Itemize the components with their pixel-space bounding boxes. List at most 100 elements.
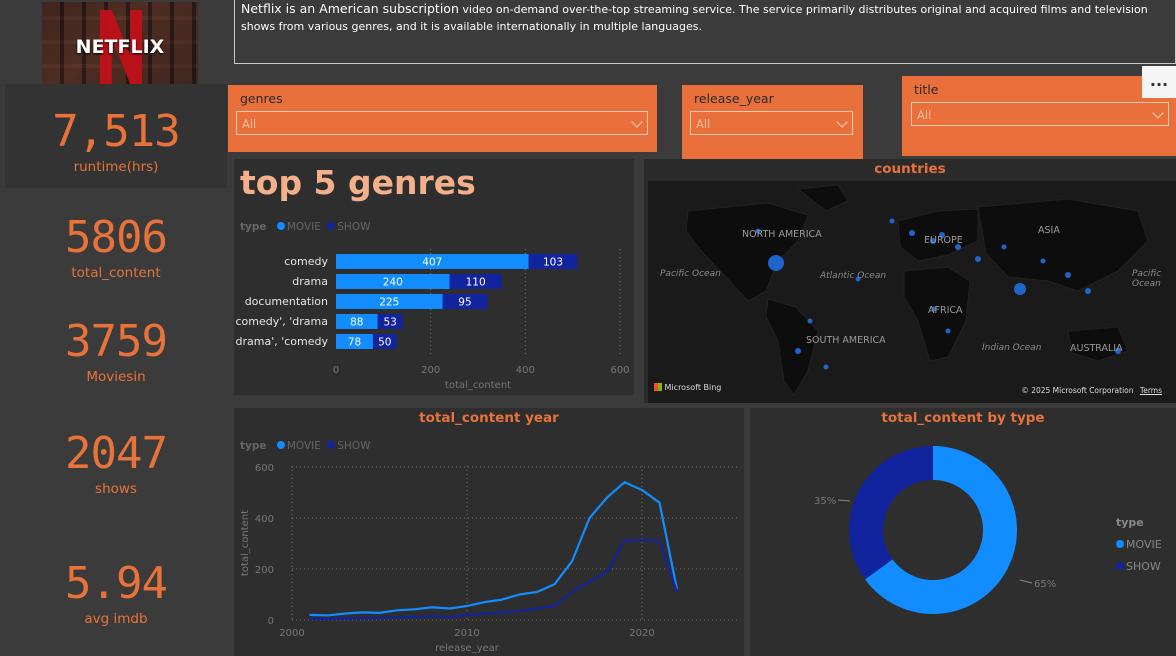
line-show (309, 538, 679, 621)
category-label: drama (292, 275, 328, 288)
kpi-value: 2047 (65, 428, 168, 479)
slicer-title: release_year (694, 91, 774, 106)
y-axis-label: total_content (240, 510, 251, 576)
data-label-movie: 407 (422, 257, 442, 269)
continent-label: EUROPE (924, 235, 963, 246)
genres-dropdown[interactable]: All (236, 111, 648, 135)
slicer-title: title All (902, 76, 1176, 156)
y-tick-label: 600 (255, 463, 274, 474)
legend-item-show[interactable]: SHOW (1126, 560, 1161, 573)
x-tick-label: 200 (421, 365, 440, 376)
category-label: drama', 'comedy (236, 335, 329, 348)
description-textbox: Netflix is an American subscription vide… (234, 0, 1176, 64)
countries-title: countries (874, 161, 946, 177)
kpi-value: 3759 (65, 316, 168, 367)
x-tick-label: 600 (610, 365, 629, 376)
year-line-chart: 0 200 400 600 2000 2010 2020 release_year total_… (240, 463, 739, 654)
continent-label: AFRICA (928, 305, 963, 316)
data-label-movie: 240 (383, 277, 403, 289)
continent-label: SOUTH AMERICA (806, 335, 886, 346)
slicer-genres: genres All (228, 85, 657, 152)
map[interactable]: NORTH AMERICA EUROPE ASIA AFRICA SOUTH A… (648, 181, 1176, 403)
world-map[interactable] (648, 181, 1176, 403)
y-tick-label: 0 (268, 616, 274, 627)
x-axis-label: total_content (445, 380, 511, 391)
country-bubble (795, 348, 801, 354)
dropdown-value: All (917, 108, 932, 122)
x-tick-label: 2010 (454, 628, 479, 639)
landmass (685, 202, 809, 302)
kpi-total-content: 5806 total_content (5, 212, 227, 282)
data-label-show: 53 (384, 317, 397, 329)
country-bubble (1065, 272, 1071, 278)
country-bubble (1014, 283, 1026, 295)
legend-title: type (1116, 516, 1144, 529)
more-options-button[interactable]: ... (1142, 66, 1176, 98)
data-label-movie: 88 (350, 317, 363, 329)
show-dot-icon (1116, 562, 1124, 570)
bing-text: Microsoft Bing (664, 383, 722, 392)
data-label-movie: 225 (379, 297, 399, 309)
data-label-show: 103 (543, 257, 563, 269)
donut-legend: type MOVIE SHOW (1116, 512, 1162, 578)
country-bubble (1040, 258, 1046, 264)
country-bubble (768, 255, 784, 271)
dropdown-value: All (242, 117, 257, 131)
x-tick-label: 400 (516, 365, 535, 376)
category-label: comedy', 'drama (236, 315, 329, 328)
x-tick-label: 0 (333, 365, 339, 376)
slice-label-show: 35% (814, 496, 836, 507)
kpi-value: 5806 (65, 212, 168, 263)
x-axis-label: release_year (435, 643, 500, 654)
line-movie (309, 481, 679, 617)
copyright-text: © 2025 Microsoft Corporation (1021, 386, 1134, 395)
slice-show (849, 446, 933, 580)
slice-label-movie: 65% (1034, 579, 1056, 590)
bing-brand: Microsoft Bing (654, 383, 721, 392)
ocean-label: Pacific Ocean (1132, 269, 1162, 289)
data-label-show: 50 (378, 337, 391, 349)
slicer-release-year: release_year All (682, 85, 863, 160)
countries-panel: countries NORTH AMERICA EUROPE ASIA AFRI… (644, 159, 1176, 403)
country-bubble (823, 364, 829, 370)
netflix-logo: NETFLIX (42, 2, 198, 88)
category-label: comedy (284, 255, 328, 268)
leader-line (837, 499, 851, 502)
dropdown-value: All (696, 117, 711, 131)
data-label-show: 95 (458, 297, 471, 309)
terms-link[interactable]: Terms (1140, 386, 1162, 395)
kpi-value: 7,513 (52, 106, 180, 157)
legend-item-movie[interactable]: MOVIE (1126, 538, 1162, 551)
kpi-label: shows (95, 481, 137, 497)
country-bubble (1085, 288, 1091, 294)
kpi-avg-imdb: 5.94 avg imdb (5, 558, 227, 628)
chevron-down-icon (1152, 107, 1164, 119)
slicer-title-label: title (914, 82, 939, 97)
title-dropdown[interactable]: All (911, 102, 1169, 126)
ocean-label: Pacific Ocean (660, 269, 721, 279)
landmass (796, 184, 849, 212)
map-copyright: © 2025 Microsoft Corporation Terms (1021, 386, 1162, 395)
y-tick-label: 200 (255, 565, 274, 576)
chevron-down-icon (631, 116, 643, 128)
logo-text: NETFLIX (75, 36, 165, 58)
top-genres-panel: top 5 genres type MOVIE SHOW 0 200 400 600 t… (234, 159, 634, 395)
microsoft-logo-icon (654, 383, 662, 391)
ocean-label: Indian Ocean (982, 343, 1042, 353)
top-genres-chart: 0 200 400 600 total_content comedy 407 103 drama… (236, 249, 630, 391)
donut-panel: total_content by type 65% 35% type MOVIE … (750, 408, 1176, 656)
kpi-runtime: 7,513 runtime(hrs) (5, 106, 227, 176)
description-lead: Netflix is an American subscription (241, 1, 459, 16)
kpi-label: total_content (71, 265, 161, 281)
kpi-shows: 2047 shows (5, 428, 227, 498)
continent-label: NORTH AMERICA (742, 229, 822, 240)
data-label-movie: 78 (348, 337, 361, 349)
kpi-movies: 3759 Moviesin (5, 316, 227, 386)
kpi-value: 5.94 (65, 558, 168, 609)
country-bubble (807, 318, 813, 324)
category-label: documentation (245, 295, 328, 308)
release-year-dropdown[interactable]: All (690, 111, 853, 135)
y-tick-label: 400 (255, 514, 274, 525)
continent-label: AUSTRALIA (1070, 343, 1123, 354)
donut-chart: 65% 35% (814, 446, 1056, 614)
